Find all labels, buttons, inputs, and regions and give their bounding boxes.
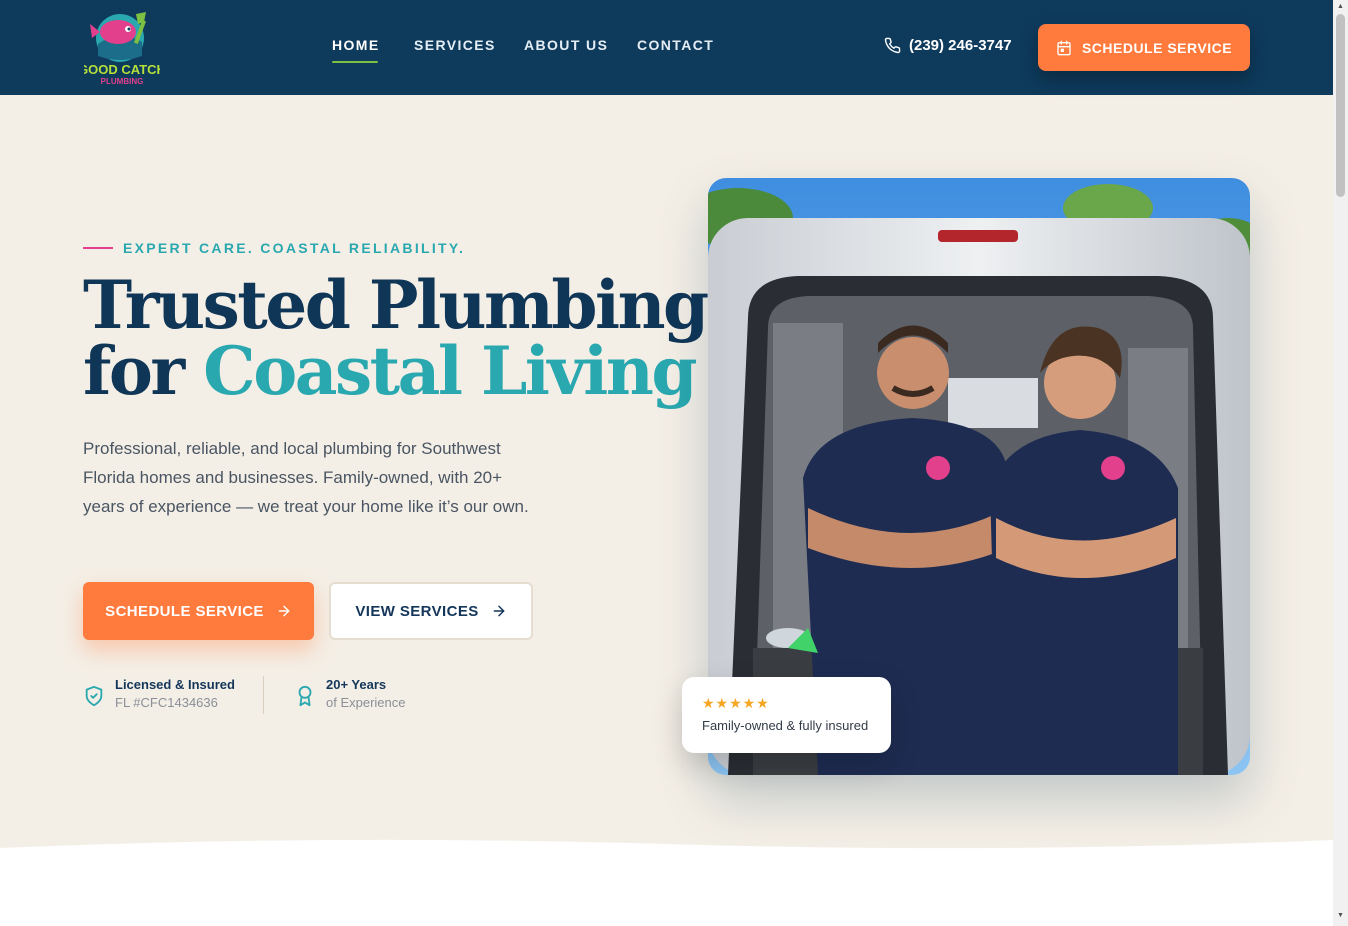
rating-stars: ★★★★★ — [702, 695, 770, 711]
hero-schedule-label: SCHEDULE SERVICE — [105, 602, 264, 620]
header-phone-link[interactable]: (239) 246-3747 — [884, 37, 1012, 54]
eyebrow-text: EXPERT CARE. COASTAL RELIABILITY. — [123, 240, 466, 256]
scrollbar-thumb[interactable] — [1336, 14, 1345, 197]
nav-services[interactable]: SERVICES — [414, 37, 496, 53]
hero-lead: Professional, reliable, and local plumbi… — [83, 439, 529, 516]
arrow-right-icon — [493, 605, 505, 617]
arrow-right-icon — [278, 605, 290, 617]
calendar-icon — [1057, 40, 1071, 55]
header-schedule-label: SCHEDULE SERVICE — [1081, 39, 1233, 56]
nav-contact[interactable]: CONTACT — [637, 37, 714, 53]
trust-experience-title: 20+ Years — [326, 677, 387, 692]
scroll-up-icon[interactable]: ▲ — [1336, 3, 1345, 10]
hero-headline: Trusted Plumbing for Coastal Living — [83, 272, 709, 404]
hero-schedule-button[interactable]: SCHEDULE SERVICE — [83, 582, 314, 640]
shield-check-icon — [85, 685, 103, 707]
eyebrow-accent-line — [83, 247, 113, 249]
phone-number: (239) 246-3747 — [909, 37, 1012, 54]
phone-icon — [884, 37, 901, 54]
trust-experience-sub: of Experience — [326, 695, 406, 710]
nav-home[interactable]: HOME — [332, 37, 380, 53]
scroll-down-icon[interactable]: ▼ — [1336, 912, 1345, 919]
site-header: GOOD CATCH PLUMBING HOME SERVICES ABOUT … — [0, 0, 1333, 95]
view-services-label: VIEW SERVICES — [355, 602, 479, 620]
hero-eyebrow: EXPERT CARE. COASTAL RELIABILITY. — [83, 240, 465, 256]
header-schedule-button[interactable]: SCHEDULE SERVICE — [1038, 24, 1250, 71]
logo-text-main: GOOD CATCH — [84, 62, 160, 77]
trust-experience: 20+ Years of Experience — [294, 676, 406, 712]
trust-licensed-sub: FL #CFC1434636 — [115, 695, 218, 710]
review-badge-text: Family-owned & fully insured — [702, 718, 869, 733]
nav-about-us[interactable]: ABOUT US — [524, 37, 608, 53]
trust-divider — [263, 676, 264, 714]
headline-line-2-accent: Coastal Living — [203, 332, 697, 410]
logo-text-sub: PLUMBING — [101, 77, 144, 86]
nav-active-indicator — [332, 61, 378, 63]
trust-licensed: Licensed & Insured FL #CFC1434636 — [83, 676, 235, 712]
headline-line-2-prefix: for — [83, 332, 204, 410]
good-catch-logo[interactable]: GOOD CATCH PLUMBING — [78, 8, 166, 86]
review-badge-card: ★★★★★ Family-owned & fully insured — [682, 677, 891, 753]
award-icon — [298, 685, 312, 707]
section-wave-divider — [0, 839, 1333, 926]
trust-licensed-title: Licensed & Insured — [115, 677, 235, 692]
view-services-button[interactable]: VIEW SERVICES — [329, 582, 533, 640]
